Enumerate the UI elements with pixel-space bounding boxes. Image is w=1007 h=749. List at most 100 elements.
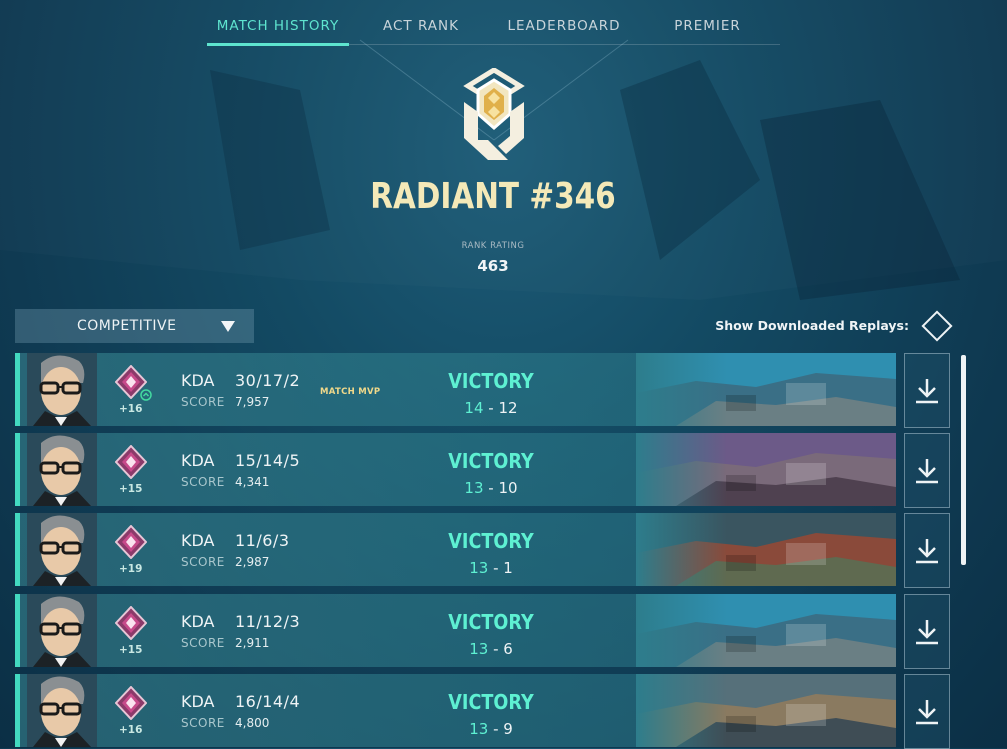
row-accent-bar [15,513,20,586]
score-value: 4,341 [235,475,270,489]
kda-label: KDA [181,612,215,631]
radiant-badge-icon [115,606,147,640]
score-label: SCORE [181,555,225,569]
download-replay-button[interactable] [904,674,950,749]
kda-label: KDA [181,451,215,470]
score-value: 7,957 [235,395,270,409]
match-result: VICTORY [448,690,534,714]
rr-gain: +15 [119,483,143,495]
agent-portrait [27,513,97,586]
row-accent-bar [15,674,20,747]
row-accent-bar [15,594,20,667]
radiant-rank-icon [463,68,525,160]
download-replay-button[interactable] [904,433,950,508]
score-value: 2,911 [235,636,270,650]
download-icon [916,699,938,724]
rr-gain: +16 [119,724,143,736]
show-replays-label: Show Downloaded Replays: [715,318,909,333]
round-score: 13 - 9 [411,720,571,738]
tab-act-rank[interactable]: ACT RANK [349,14,493,44]
active-tab-indicator [207,43,349,46]
top-navigation: MATCH HISTORY ACT RANK LEADERBOARD PREMI… [207,14,780,46]
kda-value: 15/14/5 [235,451,301,470]
enemy-score: 12 [498,399,518,417]
radiant-badge-icon [115,686,147,720]
score-label: SCORE [181,395,225,409]
download-icon [916,619,938,644]
score-separator: - [483,479,499,497]
team-score: 13 [469,720,489,738]
rr-gain: +16 [119,403,143,415]
kda-value: 11/6/3 [235,531,290,550]
map-thumbnail-4 [636,674,896,747]
row-accent-bar [15,433,20,506]
match-mvp-badge: MATCH MVP [320,387,381,397]
queue-filter-label: COMPETITIVE [77,318,177,334]
kda-label: KDA [181,531,215,550]
score-label: SCORE [181,716,225,730]
score-separator: - [488,640,504,658]
enemy-score: 10 [498,479,518,497]
match-row-4[interactable]: +15 KDA 11/12/3 SCORE 2,911 VICTORY 13 -… [15,594,896,667]
match-row-5[interactable]: +16 KDA 16/14/4 SCORE 4,800 VICTORY 13 -… [15,674,896,747]
radiant-badge-icon [115,525,147,559]
rr-gain: +19 [119,563,143,575]
enemy-score: 9 [503,720,513,738]
agent-portrait [27,353,97,426]
tab-match-history[interactable]: MATCH HISTORY [207,14,349,44]
score-label: SCORE [181,636,225,650]
rank-rating-label: RANK RATING [461,241,525,251]
round-score: 13 - 1 [411,559,571,577]
download-replay-button[interactable] [904,594,950,669]
tab-leaderboard[interactable]: LEADERBOARD [493,14,635,44]
map-thumbnail-3 [636,513,896,586]
rr-gain: +15 [119,644,143,656]
download-replay-button[interactable] [904,513,950,588]
kda-value: 30/17/2 [235,371,301,390]
map-thumbnail-2 [636,433,896,506]
map-thumbnail-1 [636,353,896,426]
score-separator: - [483,399,499,417]
team-score: 13 [464,479,484,497]
tab-premier[interactable]: PREMIER [635,14,780,44]
score-label: SCORE [181,475,225,489]
score-value: 2,987 [235,555,270,569]
kda-value: 16/14/4 [235,692,301,711]
match-result: VICTORY [448,529,534,553]
enemy-score: 6 [503,640,513,658]
kda-label: KDA [181,371,215,390]
queue-filter-dropdown[interactable]: COMPETITIVE [15,309,254,343]
score-value: 4,800 [235,716,270,730]
agent-portrait [27,433,97,506]
rank-up-icon [140,386,152,405]
scrollbar[interactable] [961,355,966,565]
team-score: 14 [464,399,484,417]
score-separator: - [488,720,504,738]
match-result: VICTORY [448,449,534,473]
download-icon [916,378,938,403]
match-result: VICTORY [448,369,534,393]
download-replay-button[interactable] [904,353,950,428]
radiant-badge-icon [115,445,147,479]
round-score: 13 - 10 [411,479,571,497]
rank-rating-value: 463 [477,257,509,275]
round-score: 14 - 12 [411,399,571,417]
enemy-score: 1 [503,559,513,577]
team-score: 13 [469,640,489,658]
round-score: 13 - 6 [411,640,571,658]
score-separator: - [488,559,504,577]
rank-title: RADIANT #346 [370,176,616,217]
replays-toggle[interactable] [921,310,953,342]
caret-down-icon [221,321,235,332]
row-accent-bar [15,353,20,426]
download-icon [916,458,938,483]
map-thumbnail-1 [636,594,896,667]
match-row-2[interactable]: +15 KDA 15/14/5 SCORE 4,341 VICTORY 13 -… [15,433,896,506]
agent-portrait [27,594,97,667]
team-score: 13 [469,559,489,577]
kda-value: 11/12/3 [235,612,301,631]
download-icon [916,538,938,563]
match-row-3[interactable]: +19 KDA 11/6/3 SCORE 2,987 VICTORY 13 - … [15,513,896,586]
agent-portrait [27,674,97,747]
kda-label: KDA [181,692,215,711]
